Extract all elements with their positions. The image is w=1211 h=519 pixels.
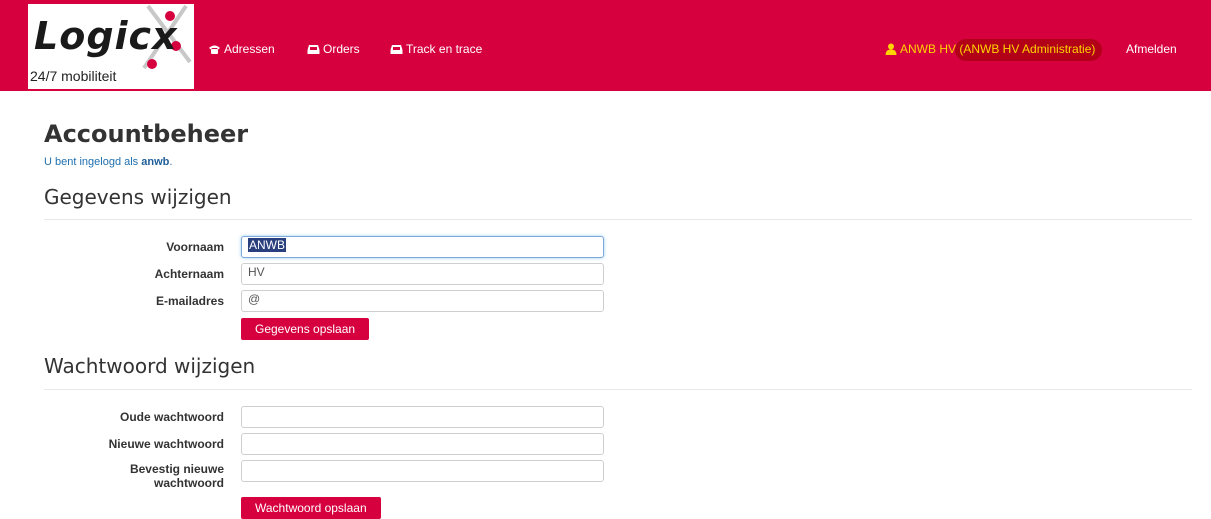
lastname-label: Achternaam [154,267,224,281]
lastname-field[interactable]: HV [241,263,604,285]
save-password-button[interactable]: Wachtwoord opslaan [241,497,381,519]
password-heading: Wachtwoord wijzigen [44,354,256,378]
old-password-label: Oude wachtwoord [119,410,224,424]
old-password-field[interactable] [241,406,604,428]
nav-adressen[interactable]: Adressen [208,41,275,57]
confirm-password-field[interactable] [241,460,604,482]
top-navbar: Logicx 24/7 mobiliteit Adressen Orders T… [0,0,1211,91]
new-password-label: Nieuwe wachtwoord [108,437,224,451]
inbox-icon [390,44,403,54]
login-status: U bent ingelogd als anwb. [44,156,172,168]
nav-user-label: ANWB HV (ANWB HV Administratie) [900,42,1096,56]
email-value: @ [248,292,261,306]
nav-orders[interactable]: Orders [307,41,360,57]
confirm-password-label: Bevestig nieuwe wachtwoord [129,462,224,490]
lastname-value: HV [248,265,265,279]
logo-wordmark: Logicx [34,14,178,58]
nav-track-en-trace[interactable]: Track en trace [390,41,482,57]
login-username[interactable]: anwb [141,156,169,168]
password-divider [44,389,1192,390]
nav-orders-label: Orders [323,42,360,56]
logicx-logo[interactable]: Logicx 24/7 mobiliteit [28,4,194,89]
firstname-label: Voornaam [166,240,224,254]
nav-logout[interactable]: Afmelden [1126,41,1177,57]
inbox-icon [307,44,320,54]
email-label: E-mailadres [155,294,224,308]
details-heading: Gegevens wijzigen [44,185,232,209]
login-status-prefix: U bent ingelogd als [44,156,142,168]
firstname-field[interactable]: ANWB [241,236,604,258]
user-icon [885,43,897,55]
login-status-suffix: . [169,156,173,168]
details-divider [44,219,1192,220]
firstname-value: ANWB [248,238,286,252]
nav-track-en-trace-label: Track en trace [406,42,483,56]
email-field[interactable]: @ [241,290,604,312]
logo-tagline: 24/7 mobiliteit [30,68,117,84]
phone-icon [209,45,220,54]
page-title: Accountbeheer [44,120,249,148]
new-password-field[interactable] [241,433,604,455]
save-details-button[interactable]: Gegevens opslaan [241,318,370,340]
nav-adressen-label: Adressen [224,42,275,56]
nav-user-account[interactable]: ANWB HV (ANWB HV Administratie) [885,41,1095,57]
